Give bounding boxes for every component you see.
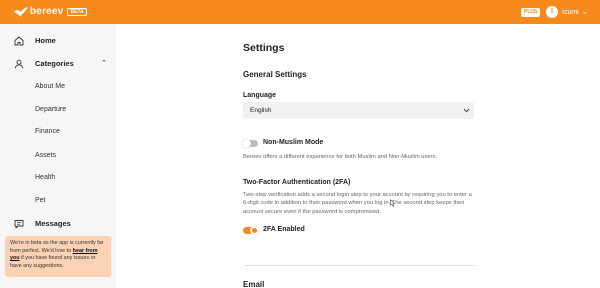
sidebar-item-label: Categories	[35, 59, 74, 68]
username[interactable]: Izumi	[562, 8, 579, 17]
language-label: Language	[243, 92, 277, 99]
message-icon	[14, 220, 24, 229]
sidebar-item-assets[interactable]: Assets	[35, 151, 56, 161]
chevron-down-icon[interactable]: ⌄	[582, 8, 588, 17]
twofa-heading: Two-Factor Authentication (2FA)	[243, 179, 351, 186]
twofa-label: 2FA Enabled	[263, 226, 305, 233]
bird-logo-icon	[14, 6, 28, 17]
language-select[interactable]: English	[243, 102, 474, 119]
general-settings-heading: General Settings	[243, 70, 307, 79]
sidebar-item-home[interactable]: Home	[0, 33, 116, 49]
sidebar-item-label: Messages	[35, 219, 71, 228]
mouse-cursor-icon	[390, 199, 395, 207]
twofa-description: Two-step verification adds a second logi…	[243, 192, 472, 215]
email-heading: Email	[243, 280, 265, 288]
twofa-toggle[interactable]	[243, 226, 259, 235]
toggle-knob	[250, 226, 259, 235]
sidebar-item-departure[interactable]: Departure	[35, 105, 66, 115]
sidebar-item-about-me[interactable]: About Me	[35, 82, 65, 92]
chevron-down-icon	[463, 108, 470, 113]
section-divider	[243, 265, 476, 266]
beta-feedback-note: We're in beta so the app is currently fa…	[5, 236, 111, 277]
sidebar-item-health[interactable]: Health	[35, 173, 55, 183]
chevron-up-icon[interactable]: ⌃	[101, 59, 107, 69]
page-title: Settings	[243, 42, 285, 54]
bereev-logo[interactable]: bereev BETA	[14, 6, 87, 17]
non-muslim-mode-label: Non-Muslim Mode	[263, 139, 324, 146]
non-muslim-mode-description: Bereev offers a different experience for…	[243, 154, 438, 160]
beta-badge: BETA	[67, 7, 87, 16]
settings-panel: Settings General Settings Language Engli…	[116, 24, 600, 288]
sidebar-item-finance[interactable]: Finance	[35, 127, 60, 137]
sidebar-item-messages[interactable]: Messages	[0, 216, 116, 232]
sidebar-item-categories[interactable]: Categories ⌃	[0, 56, 116, 72]
toggle-knob	[242, 139, 251, 148]
sidebar-item-pet[interactable]: Pet	[35, 196, 46, 206]
language-value: English	[250, 107, 272, 114]
sidebar-item-label: Home	[35, 36, 56, 45]
home-icon	[14, 36, 24, 46]
plus-badge[interactable]: PLUS	[521, 8, 541, 17]
top-bar: bereev BETA PLUS I Izumi ⌄	[0, 0, 600, 24]
avatar[interactable]: I	[546, 6, 558, 18]
beta-note-text-end: if you have found any issues or have any…	[10, 255, 96, 269]
non-muslim-mode-toggle[interactable]	[242, 139, 258, 148]
brand-name: bereev	[30, 6, 64, 17]
user-icon	[14, 59, 24, 69]
